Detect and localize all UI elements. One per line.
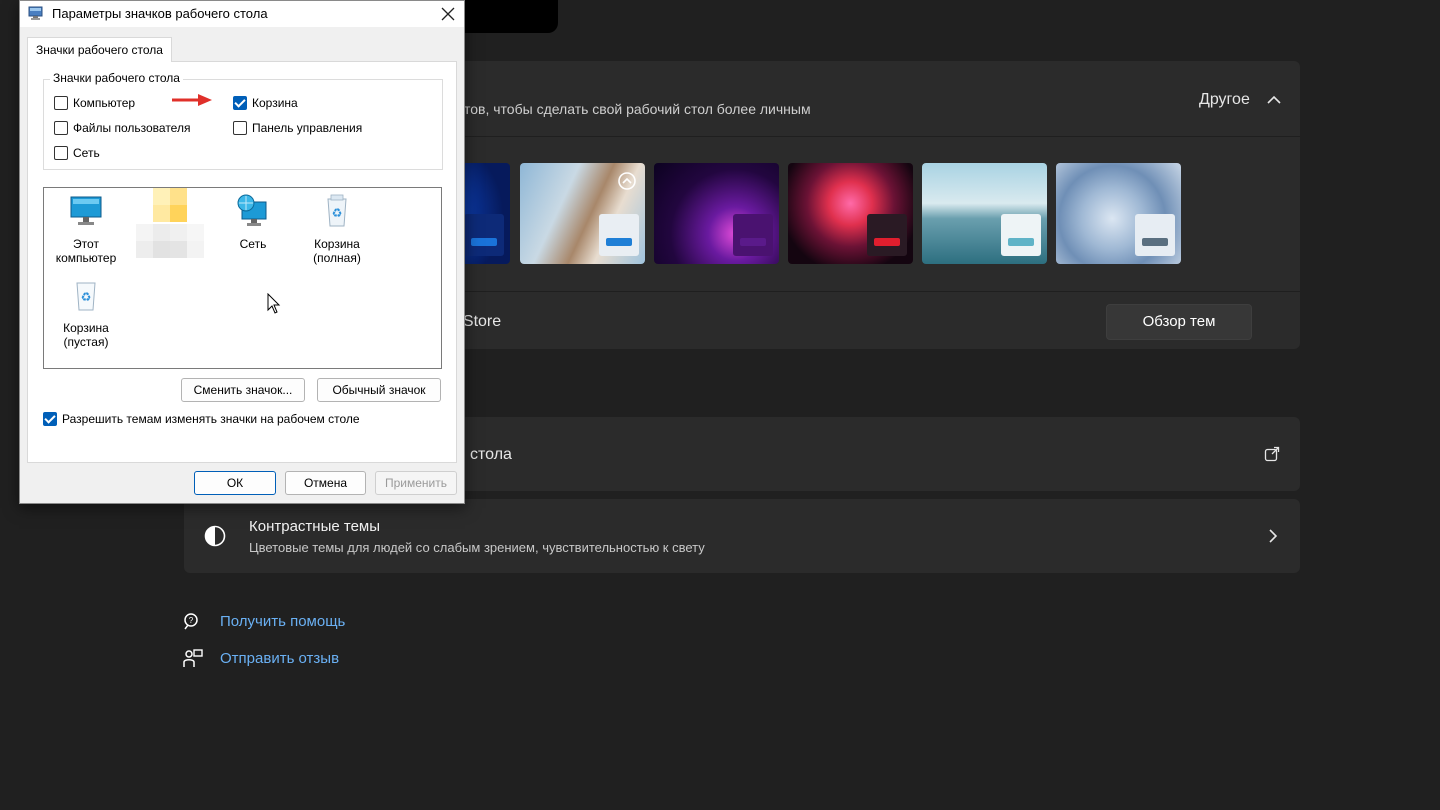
tab-desktop-icons[interactable]: Значки рабочего стола — [27, 37, 172, 62]
change-icon-button[interactable]: Сменить значок... — [181, 378, 305, 402]
svg-text:?: ? — [189, 616, 194, 625]
computer-icon — [70, 196, 102, 225]
checkbox-label-allow-themes: Разрешить темам изменять значки на рабоч… — [62, 412, 360, 426]
icon-label-network: Сеть — [239, 237, 267, 251]
checkbox-control-panel[interactable]: Панель управления — [233, 121, 362, 135]
theme-accent-1 — [471, 238, 497, 246]
browse-themes-button[interactable]: Обзор тем — [1106, 304, 1252, 340]
checkbox-label-computer: Компьютер — [73, 96, 136, 110]
group-label: Значки рабочего стола — [50, 71, 183, 85]
tab-panel: Значки рабочего стола Компьютер Корзина … — [27, 61, 457, 463]
feedback-icon — [183, 649, 203, 667]
checkbox-allow-themes[interactable]: Разрешить темам изменять значки на рабоч… — [43, 412, 360, 426]
checkbox-box-user-files[interactable] — [54, 121, 68, 135]
help-icon: ? — [184, 613, 198, 630]
default-icon-button[interactable]: Обычный значок — [317, 378, 441, 402]
external-link-icon — [1264, 446, 1280, 462]
selected-theme-icon — [618, 172, 636, 190]
desktop-icons-label: стола — [470, 446, 512, 463]
chevron-right-icon — [1269, 529, 1278, 543]
theme-thumbnail-2[interactable] — [520, 163, 645, 264]
get-help-link[interactable]: Получить помощь — [220, 613, 345, 630]
theme-accent-4 — [874, 238, 900, 246]
checkbox-label-user-files: Файлы пользователя — [73, 121, 191, 135]
theme-thumbnail-4[interactable] — [788, 163, 913, 264]
contrast-title: Контрастные темы — [249, 518, 381, 535]
dialog-title: Параметры значков рабочего стола — [52, 6, 268, 21]
mouse-cursor-icon — [267, 293, 281, 314]
ok-button[interactable]: ОК — [194, 471, 276, 495]
recycle-bin-full-icon: ♻ — [327, 194, 347, 227]
close-icon[interactable] — [438, 4, 458, 24]
checkbox-box-allow-themes[interactable] — [43, 412, 57, 426]
icon-item-this-pc[interactable]: Этот компьютер — [46, 194, 126, 265]
chevron-up-icon[interactable] — [1266, 93, 1282, 107]
svg-text:♻: ♻ — [81, 290, 92, 304]
themes-description: тов, чтобы сделать свой рабочий стол бол… — [464, 101, 811, 117]
checkbox-box-computer[interactable] — [54, 96, 68, 110]
checkbox-network[interactable]: Сеть — [54, 146, 100, 160]
checkbox-box-network[interactable] — [54, 146, 68, 160]
checkbox-user-files[interactable]: Файлы пользователя — [54, 121, 190, 135]
network-icon — [237, 194, 267, 226]
apply-button[interactable]: Применить — [375, 471, 457, 495]
icon-label-bin-full: Корзина (полная) — [313, 237, 361, 265]
icon-list: Этот компьютер Сеть ♻ Корзина (полная) ♻… — [43, 187, 442, 369]
red-arrow-icon — [172, 94, 212, 106]
checkbox-box-recycle-bin[interactable] — [233, 96, 247, 110]
svg-text:♻: ♻ — [332, 206, 343, 220]
theme-accent-3 — [740, 238, 766, 246]
theme-accent-6 — [1142, 238, 1168, 246]
icon-label-this-pc: Этот компьютер — [55, 237, 117, 265]
theme-thumbnail-6[interactable] — [1056, 163, 1181, 264]
icon-item-network[interactable]: Сеть — [213, 194, 293, 251]
checkbox-box-control-panel[interactable] — [233, 121, 247, 135]
theme-accent-2 — [606, 238, 632, 246]
contrast-themes-row[interactable]: Контрастные темы Цветовые темы для людей… — [184, 499, 1300, 573]
checkbox-label-recycle-bin: Корзина — [252, 96, 298, 110]
icon-item-bin-empty[interactable]: ♻ Корзина (пустая) — [46, 278, 126, 349]
user-files-icon-blurred — [136, 188, 204, 258]
dialog-titlebar[interactable]: Параметры значков рабочего стола — [20, 1, 464, 27]
theme-thumbnail-3[interactable] — [654, 163, 779, 264]
contrast-icon — [204, 525, 226, 547]
checkbox-label-network: Сеть — [73, 146, 100, 160]
recycle-bin-empty-icon: ♻ — [76, 282, 96, 311]
checkbox-label-control-panel: Панель управления — [252, 121, 363, 135]
other-label: Другое — [1199, 91, 1250, 108]
desktop-icon-settings-dialog: Параметры значков рабочего стола Значки … — [19, 0, 465, 504]
checkbox-computer[interactable]: Компьютер — [54, 96, 135, 110]
send-feedback-link[interactable]: Отправить отзыв — [220, 650, 339, 667]
contrast-subtitle: Цветовые темы для людей со слабым зрение… — [249, 540, 705, 555]
cancel-button[interactable]: Отмена — [285, 471, 366, 495]
desktop-settings-icon — [28, 6, 43, 20]
checkbox-recycle-bin[interactable]: Корзина — [233, 96, 298, 110]
theme-thumbnail-5[interactable] — [922, 163, 1047, 264]
icon-item-bin-full[interactable]: ♻ Корзина (полная) — [297, 194, 377, 265]
theme-accent-5 — [1008, 238, 1034, 246]
icon-label-bin-empty: Корзина (пустая) — [63, 321, 109, 349]
